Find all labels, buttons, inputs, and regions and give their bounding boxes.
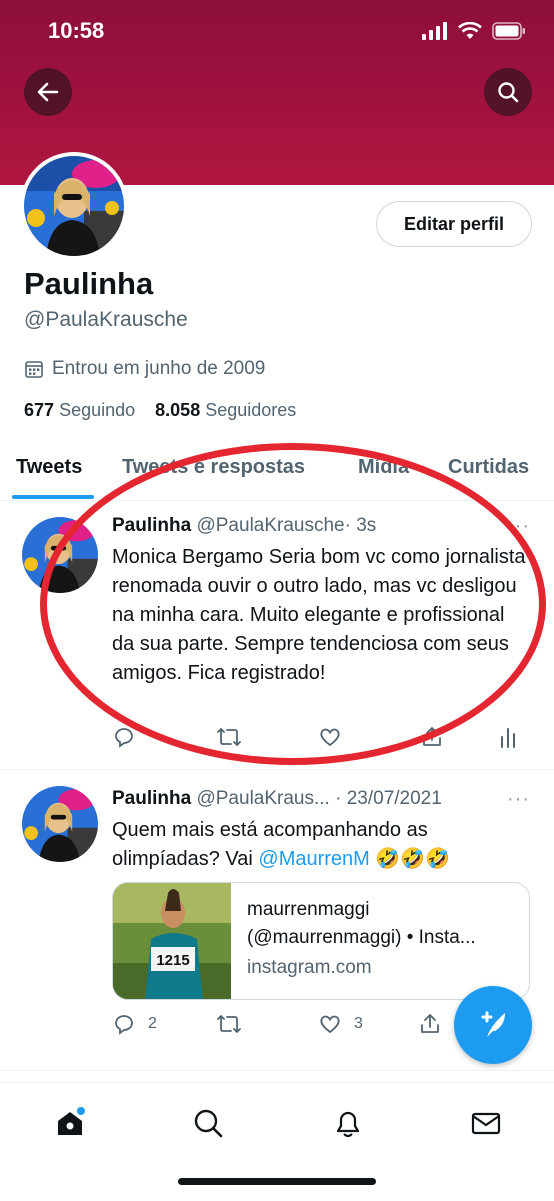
tweet-author[interactable]: Paulinha: [112, 515, 191, 536]
tweet-avatar[interactable]: [22, 786, 98, 862]
share-button[interactable]: [418, 1012, 442, 1036]
tweet-time: · 23/07/2021: [335, 788, 442, 809]
battery-icon: [492, 22, 525, 40]
search-button[interactable]: [484, 68, 532, 116]
active-tab-indicator: [12, 495, 94, 499]
avatar-photo: [24, 156, 124, 256]
like-button[interactable]: 3: [318, 1012, 363, 1036]
card-thumbnail: 1215: [113, 883, 231, 999]
tweet-author[interactable]: Paulinha: [112, 788, 191, 809]
joined-text: Entrou em junho de 2009: [52, 358, 266, 379]
compose-feather-icon: [481, 1011, 505, 1037]
like-count: 3: [354, 1015, 363, 1032]
tweet-more-icon[interactable]: ···: [507, 788, 530, 811]
follow-stats: 677 Seguindo 8.058 Seguidores: [24, 400, 296, 421]
followers-label: Seguidores: [205, 400, 297, 420]
like-button[interactable]: [318, 725, 342, 749]
bell-icon: [336, 1111, 360, 1138]
tab-tweets[interactable]: Tweets: [16, 456, 82, 479]
tweet-header: Paulinha @PaulaKraus... · 23/07/2021: [112, 788, 442, 810]
compose-tweet-button[interactable]: [454, 986, 532, 1064]
profile-avatar[interactable]: [20, 152, 128, 260]
card-title: maurrenmaggi: [247, 899, 370, 920]
following-count: 677: [24, 400, 55, 420]
nav-messages[interactable]: [466, 1103, 506, 1143]
retweet-icon: [217, 1015, 241, 1033]
avatar-photo: [22, 517, 98, 593]
status-time: 10:58: [48, 18, 105, 43]
profile-handle: @PaulaKrausche: [24, 308, 188, 331]
tweet-actions: [112, 725, 522, 755]
followers-link[interactable]: 8.058 Seguidores: [155, 400, 296, 420]
share-button[interactable]: [420, 725, 444, 749]
reply-count: 2: [148, 1015, 157, 1032]
signal-icon: [422, 22, 447, 40]
share-icon: [423, 727, 441, 746]
retweet-button[interactable]: [216, 1012, 242, 1036]
bib-number: 1215: [156, 952, 189, 969]
tab-media[interactable]: Mídia: [358, 456, 409, 479]
tweet-handle: @PaulaKrausche: [196, 515, 345, 536]
retweet-icon: [217, 728, 241, 746]
tab-likes[interactable]: Curtidas: [448, 456, 529, 479]
nav-search[interactable]: [188, 1103, 228, 1143]
tweet-text: Monica Bergamo Seria bom vc como jornali…: [112, 546, 526, 684]
reply-icon: [115, 1015, 133, 1035]
tweet-avatar[interactable]: [22, 517, 98, 593]
tweet-handle: @PaulaKraus...: [196, 788, 330, 809]
retweet-button[interactable]: [216, 725, 242, 749]
tweet-time: · 3s: [344, 515, 377, 536]
link-card[interactable]: 1215 maurrenmaggi (@maurrenmaggi) • Inst…: [112, 882, 530, 1000]
home-icon: [58, 1107, 85, 1135]
tweet-more-icon[interactable]: ···: [507, 515, 530, 538]
search-icon: [498, 82, 519, 103]
reply-icon: [115, 728, 133, 748]
heart-icon: [320, 1015, 340, 1034]
reply-button[interactable]: [112, 725, 136, 749]
tweet-item[interactable]: Paulinha @PaulaKrausche· 3s ··· Monica B…: [0, 501, 554, 770]
wifi-icon: [458, 22, 482, 39]
tweet-header: Paulinha @PaulaKrausche· 3s: [112, 515, 376, 537]
share-icon: [421, 1014, 439, 1033]
card-subtitle: (@maurrenmaggi) • Insta...: [247, 927, 476, 948]
home-indicator: [178, 1178, 376, 1185]
avatar-photo: [22, 786, 98, 862]
status-icons: [422, 22, 526, 40]
mail-icon: [471, 1112, 501, 1135]
tweet-emoji: 🤣🤣🤣: [369, 848, 451, 870]
tweet-text: Quem mais está acompanhando as olimpíada…: [112, 816, 532, 874]
arrow-left-icon: [37, 82, 59, 102]
back-button[interactable]: [24, 68, 72, 116]
mention-link[interactable]: @MaurrenM: [258, 848, 369, 870]
followers-count: 8.058: [155, 400, 201, 420]
nav-notifications[interactable]: [328, 1103, 368, 1143]
profile-tabs: Tweets Tweets e respostas Mídia Curtidas: [0, 440, 554, 501]
analytics-button[interactable]: [498, 725, 518, 749]
edit-profile-button[interactable]: Editar perfil: [376, 201, 532, 247]
tab-tweets-replies[interactable]: Tweets e respostas: [122, 456, 305, 479]
search-icon: [194, 1109, 223, 1138]
card-domain: instagram.com: [247, 957, 372, 978]
following-label: Seguindo: [59, 400, 136, 420]
analytics-icon: [501, 728, 515, 748]
status-bar: 10:58: [0, 0, 554, 60]
following-link[interactable]: 677 Seguindo: [24, 400, 135, 420]
calendar-icon: [25, 361, 43, 378]
joined-date: Entrou em junho de 2009: [24, 358, 265, 380]
nav-home[interactable]: [50, 1103, 90, 1143]
profile-name: Paulinha: [24, 266, 154, 301]
reply-button[interactable]: 2: [112, 1012, 157, 1036]
heart-icon: [320, 728, 340, 747]
